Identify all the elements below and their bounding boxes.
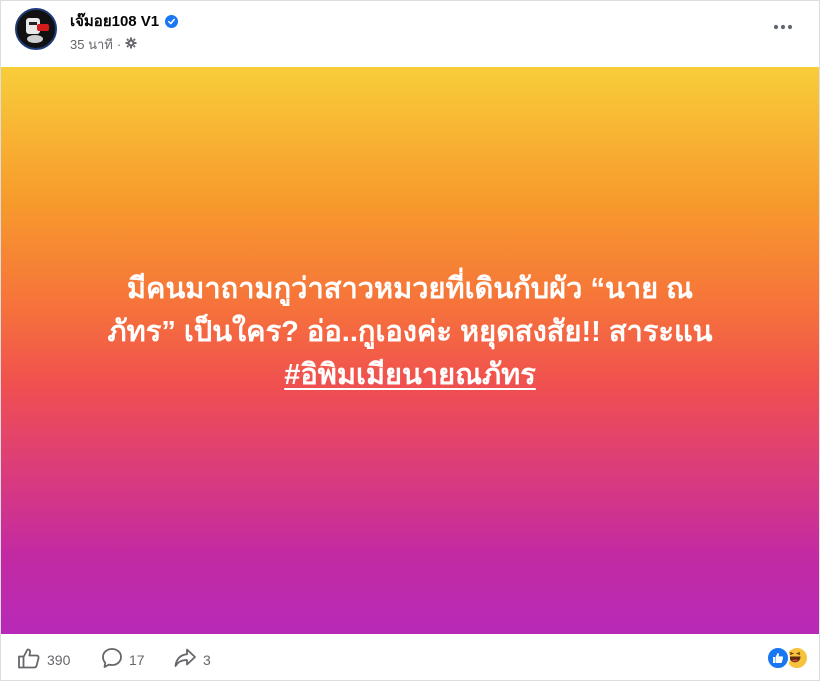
more-options-icon[interactable] bbox=[769, 15, 797, 39]
post-text-line-2: ภัทร” เป็นใคร? อ่อ..กูเองค่ะ หยุดสงสัย!!… bbox=[107, 316, 713, 348]
author-row: เจ๊มอย108 V1 bbox=[70, 9, 179, 33]
comment-bubble-icon bbox=[101, 647, 123, 672]
avatar-eyes bbox=[29, 22, 37, 25]
share-count: 3 bbox=[203, 651, 211, 668]
post-footer: 390 17 3 bbox=[1, 635, 819, 680]
author-name[interactable]: เจ๊มอย108 V1 bbox=[70, 9, 159, 33]
post-meta: 35 นาที · bbox=[70, 34, 137, 55]
like-reaction-icon bbox=[766, 646, 790, 670]
verified-badge-icon bbox=[165, 14, 179, 28]
meta-separator: · bbox=[116, 37, 122, 52]
post-header: เจ๊มอย108 V1 35 นาที · bbox=[1, 1, 819, 67]
facebook-post: เจ๊มอย108 V1 35 นาที · มีคนมาถามกูว่าสาว… bbox=[0, 0, 820, 681]
like-count: 390 bbox=[47, 651, 71, 668]
hashtag-link[interactable]: #อิพิมเมียนายณภัทร bbox=[284, 359, 536, 391]
reactions-summary[interactable] bbox=[766, 646, 809, 670]
avatar-body bbox=[27, 35, 43, 43]
share-stat[interactable]: 3 bbox=[173, 647, 211, 672]
post-timestamp[interactable]: 35 นาที bbox=[70, 34, 113, 55]
post-text-line-1: มีคนมาถามกูว่าสาวหมวยที่เดินกับผัว “นาย … bbox=[126, 273, 694, 305]
post-background-text[interactable]: มีคนมาถามกูว่าสาวหมวยที่เดินกับผัว “นาย … bbox=[1, 67, 819, 634]
comment-count: 17 bbox=[129, 651, 145, 668]
gear-icon[interactable] bbox=[125, 37, 137, 52]
thumbs-up-icon bbox=[17, 647, 41, 672]
share-arrow-icon bbox=[173, 647, 197, 672]
comment-stat[interactable]: 17 bbox=[101, 647, 145, 672]
post-text: มีคนมาถามกูว่าสาวหมวยที่เดินกับผัว “นาย … bbox=[30, 268, 790, 397]
avatar-red-tag bbox=[37, 24, 49, 31]
author-avatar[interactable] bbox=[15, 8, 57, 50]
like-stat[interactable]: 390 bbox=[17, 647, 70, 672]
